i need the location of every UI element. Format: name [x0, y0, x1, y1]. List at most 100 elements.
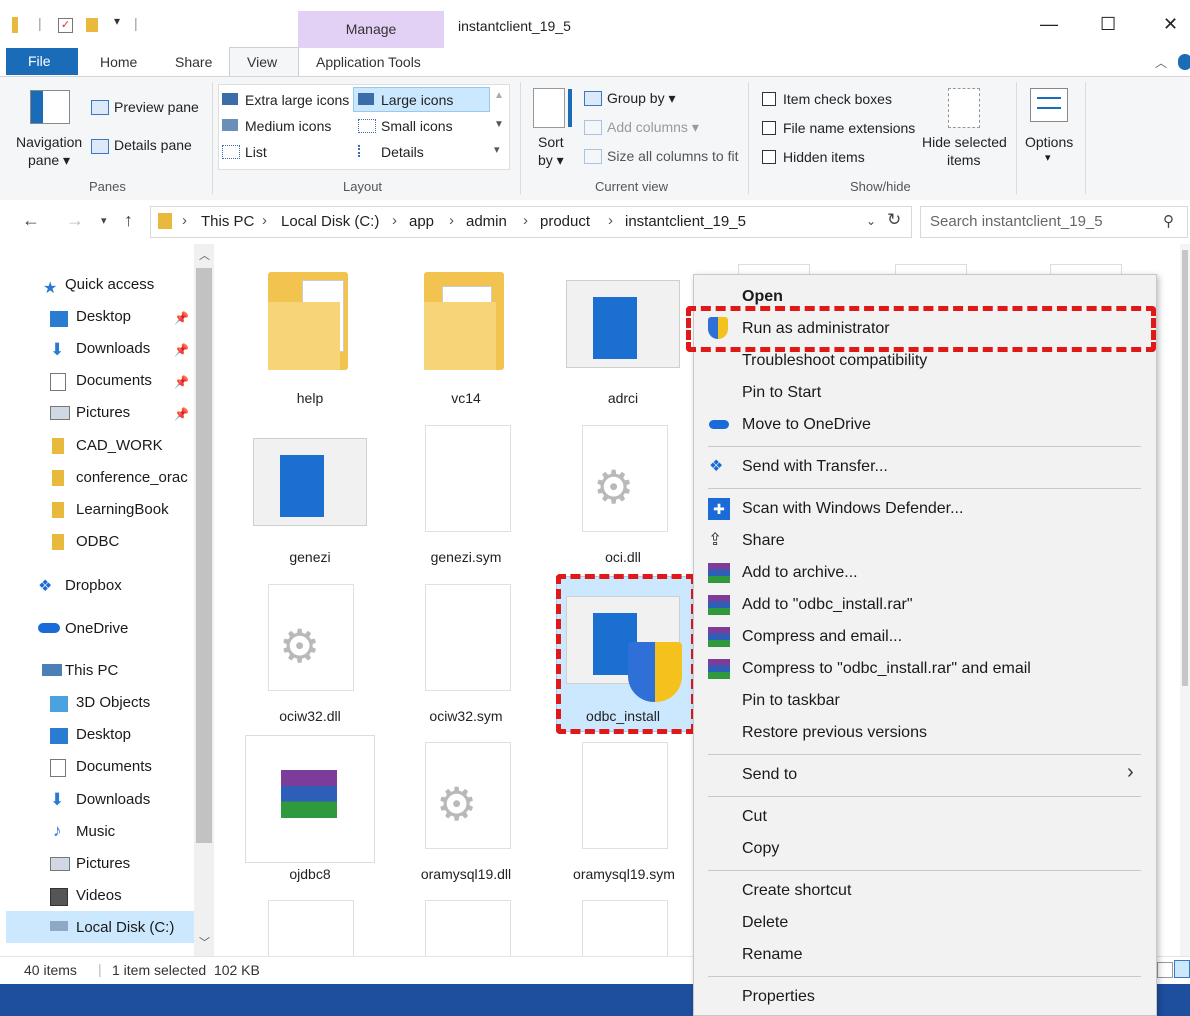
nav-quick-desktop[interactable]: Desktop	[76, 308, 131, 325]
settings-file-icon[interactable]: ⚙	[268, 584, 354, 691]
settings-file-icon[interactable]: ⚙	[425, 742, 511, 849]
sort-by-button[interactable]: Sort	[538, 134, 564, 150]
menu-troubleshoot-compatibility[interactable]: Troubleshoot compatibility	[742, 352, 927, 370]
menu-properties[interactable]: Properties	[742, 988, 815, 1006]
nav-pc-3d-objects[interactable]: 3D Objects	[76, 694, 150, 711]
menu-share[interactable]: Share	[742, 532, 785, 550]
address-dropdown-icon[interactable]: ⌄	[866, 214, 876, 228]
file-name[interactable]: oramysql19.dll	[410, 866, 522, 882]
tab-home[interactable]: Home	[100, 54, 137, 70]
nav-pc-documents[interactable]: Documents	[76, 758, 152, 775]
nav-this-pc[interactable]: This PC	[65, 662, 118, 679]
up-arrow-icon[interactable]: ↑	[124, 210, 133, 231]
nav-onedrive[interactable]: OneDrive	[65, 620, 128, 637]
search-icon[interactable]: ⚲	[1163, 212, 1174, 230]
menu-send-to[interactable]: Send to	[742, 766, 797, 784]
file-name[interactable]: vc14	[421, 390, 511, 406]
menu-open[interactable]: Open	[742, 288, 783, 306]
file-name[interactable]: ociw32.sym	[421, 708, 511, 724]
options-dropdown-icon[interactable]: ▾	[1045, 151, 1051, 164]
breadcrumb-local-disk[interactable]: Local Disk (C:)	[281, 213, 379, 230]
nav-quick-cad-work[interactable]: CAD_WORK	[76, 437, 163, 454]
menu-add-to-archive[interactable]: Add to archive...	[742, 564, 858, 582]
navigation-pane-button[interactable]: Navigation	[16, 134, 82, 150]
chevron-right-icon[interactable]: ›	[523, 212, 528, 229]
menu-move-to-onedrive[interactable]: Move to OneDrive	[742, 416, 871, 434]
folder-icon[interactable]	[424, 272, 504, 370]
nav-quick-downloads[interactable]: Downloads	[76, 340, 150, 357]
file-name[interactable]: help	[265, 390, 355, 406]
nav-pc-downloads[interactable]: Downloads	[76, 791, 150, 808]
add-columns-button[interactable]: Add columns ▾	[607, 119, 699, 136]
document-icon[interactable]	[268, 900, 354, 957]
close-button[interactable]: ✕	[1163, 14, 1178, 35]
breadcrumb-app[interactable]: app	[409, 213, 434, 230]
breadcrumb-this-pc[interactable]: This PC	[201, 213, 254, 230]
settings-file-icon[interactable]: ⚙	[582, 425, 668, 532]
file-name[interactable]: adrci	[578, 390, 668, 406]
content-scrollbar-thumb[interactable]	[1182, 250, 1188, 686]
menu-pin-to-start[interactable]: Pin to Start	[742, 384, 821, 402]
tab-view[interactable]: View	[247, 54, 277, 70]
qa-dropdown-icon[interactable]: ▾	[114, 14, 120, 28]
menu-scan-with-windows-defender[interactable]: Scan with Windows Defender...	[742, 500, 963, 518]
ribbon-collapse-icon[interactable]: ︿	[1155, 54, 1167, 71]
large-icons-view-icon[interactable]	[1174, 960, 1190, 978]
hidden-items-checkbox[interactable]	[762, 150, 776, 164]
nav-quick-conference[interactable]: conference_orac	[76, 469, 188, 486]
details-pane-button[interactable]: Details pane	[114, 137, 192, 153]
gallery-more-icon[interactable]: ▾	[494, 143, 500, 156]
item-check-boxes-checkbox[interactable]	[762, 92, 776, 106]
layout-details[interactable]: Details	[381, 144, 424, 160]
hide-selected-items-button[interactable]: Hide selected	[922, 134, 1007, 150]
application-icon[interactable]	[566, 280, 680, 368]
scroll-up-icon[interactable]: ︿	[199, 247, 210, 263]
menu-delete[interactable]: Delete	[742, 914, 788, 932]
menu-compress-and-email[interactable]: Compress and email...	[742, 628, 902, 646]
details-view-icon[interactable]	[1157, 962, 1173, 978]
nav-dropbox[interactable]: Dropbox	[65, 577, 122, 594]
nav-pc-videos[interactable]: Videos	[76, 887, 122, 904]
sort-by-button-label[interactable]: by ▾	[538, 152, 564, 169]
settings-file-icon[interactable]	[425, 900, 511, 957]
properties-qa-icon[interactable]: ✓	[58, 18, 73, 33]
chevron-right-icon[interactable]: ›	[262, 212, 267, 229]
chevron-right-icon[interactable]: ›	[608, 212, 613, 229]
layout-small-icons[interactable]: Small icons	[381, 118, 453, 134]
layout-medium-icons[interactable]: Medium icons	[245, 118, 331, 134]
layout-large-icons[interactable]: Large icons	[381, 92, 453, 108]
preview-pane-button[interactable]: Preview pane	[114, 99, 199, 115]
back-arrow-icon[interactable]: ←	[22, 210, 40, 231]
options-button[interactable]: Options	[1025, 134, 1073, 150]
nav-quick-access[interactable]: Quick access	[65, 276, 154, 293]
nav-pc-music[interactable]: Music	[76, 823, 115, 840]
document-icon[interactable]	[425, 425, 511, 532]
menu-pin-to-taskbar[interactable]: Pin to taskbar	[742, 692, 840, 710]
navigation-pane-button-label[interactable]: pane ▾	[28, 152, 70, 169]
new-folder-qa-icon[interactable]	[86, 18, 98, 32]
recent-locations-icon[interactable]: ▾	[101, 214, 107, 227]
nav-scrollbar-thumb[interactable]	[196, 268, 212, 843]
scroll-down-icon[interactable]: ﹀	[199, 934, 210, 950]
pin-icon[interactable]: 📌	[174, 343, 189, 357]
file-name[interactable]: ociw32.dll	[265, 708, 355, 724]
nav-quick-learningbook[interactable]: LearningBook	[76, 501, 169, 518]
file-name[interactable]: ojdbc8	[265, 866, 355, 882]
group-by-button[interactable]: Group by ▾	[607, 90, 676, 107]
nav-quick-odbc[interactable]: ODBC	[76, 533, 119, 550]
pin-icon[interactable]: 📌	[174, 311, 189, 325]
file-name-extensions-checkbox[interactable]	[762, 121, 776, 135]
gallery-down-icon[interactable]: ▼	[494, 119, 504, 130]
layout-extra-large-icons[interactable]: Extra large icons	[245, 92, 349, 108]
breadcrumb-product[interactable]: product	[540, 213, 590, 230]
chevron-right-icon[interactable]: ›	[182, 212, 187, 229]
menu-copy[interactable]: Copy	[742, 840, 779, 858]
help-icon[interactable]	[1178, 54, 1190, 70]
folder-icon[interactable]	[268, 272, 348, 370]
menu-send-with-transfer[interactable]: Send with Transfer...	[742, 458, 888, 476]
file-name[interactable]: genezi	[265, 549, 355, 565]
maximize-button[interactable]: ☐	[1100, 14, 1116, 35]
breadcrumb-instantclient[interactable]: instantclient_19_5	[625, 213, 746, 230]
file-name[interactable]: genezi.sym	[421, 549, 511, 565]
menu-rename[interactable]: Rename	[742, 946, 802, 964]
